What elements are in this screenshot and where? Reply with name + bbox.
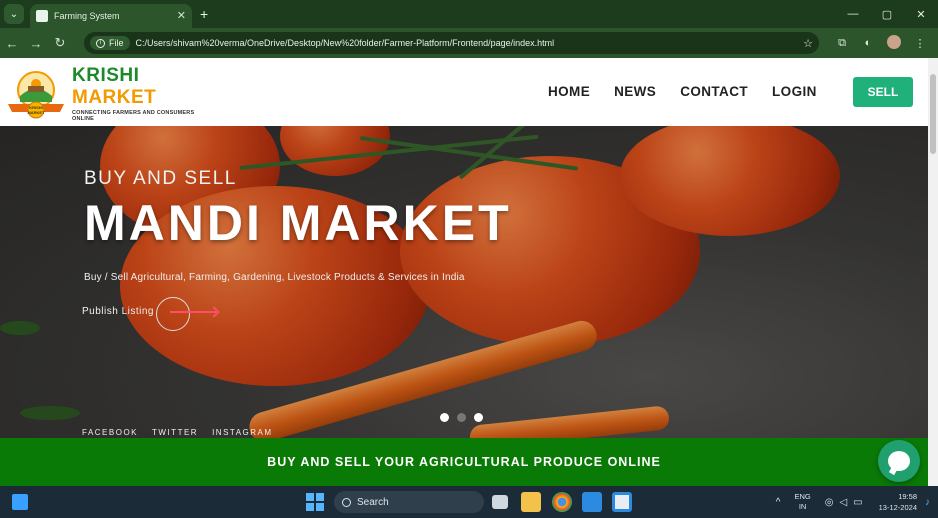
nav-home[interactable]: HOME [548, 84, 590, 99]
toolbar-icons: ⧉ ◐ ⋮ [829, 34, 933, 52]
social-instagram[interactable]: INSTAGRAM [212, 428, 272, 437]
address-bar[interactable]: i File C:/Users/shivam%20verma/OneDrive/… [84, 32, 819, 54]
search-icon [342, 497, 351, 507]
screen: ⌄ Farming System ✕ + — ▢ ✕ ← → ↻ i File … [0, 0, 938, 518]
main-nav: HOME NEWS CONTACT LOGIN [548, 84, 817, 99]
profile-avatar[interactable] [881, 34, 907, 52]
favicon-icon [36, 10, 48, 22]
site-header: KRISHI MARKET KRISHI MARKET CONNECTING F… [0, 58, 928, 126]
language-line-2: IN [798, 502, 807, 511]
taskbar: Search ^ ENG IN ◎ ◁ ▭ 19:58 13-12-2024 ♪ [0, 486, 938, 518]
browser-tab[interactable]: Farming System ✕ [30, 4, 192, 28]
file-explorer-icon[interactable] [521, 492, 541, 512]
system-tray: ^ ENG IN ◎ ◁ ▭ 19:58 13-12-2024 ♪ [776, 486, 938, 518]
browser-tab-bar: ⌄ Farming System ✕ + — ▢ ✕ [0, 0, 938, 28]
sidebar-icon[interactable]: ◐ [855, 37, 881, 49]
forward-arrow-icon[interactable]: → [24, 36, 48, 51]
slider-dot-2[interactable] [457, 413, 466, 422]
hero-eyebrow: BUY AND SELL [84, 168, 237, 189]
page-scrollbar[interactable] [928, 58, 938, 486]
tab-close-icon[interactable]: ✕ [177, 9, 186, 22]
sell-button[interactable]: SELL [853, 77, 913, 107]
slider-dot-1[interactable] [440, 413, 449, 422]
widgets-icon[interactable] [12, 494, 28, 510]
slider-dot-3[interactable] [474, 413, 483, 422]
start-button-icon[interactable] [306, 493, 324, 511]
social-twitter[interactable]: TWITTER [152, 428, 198, 437]
new-tab-button[interactable]: + [200, 6, 208, 22]
promo-banner: BUY AND SELL YOUR AGRICULTURAL PRODUCE O… [0, 438, 928, 486]
close-window-button[interactable]: ✕ [904, 8, 938, 21]
site-logo[interactable]: KRISHI MARKET KRISHI MARKET CONNECTING F… [6, 65, 206, 122]
tab-title: Farming System [54, 11, 120, 21]
hero-title: MANDI MARKET [84, 195, 512, 251]
chat-icon [888, 451, 910, 471]
language-line-1: ENG [794, 492, 811, 501]
slider-dots [440, 413, 483, 422]
clock-time: 19:58 [898, 492, 917, 501]
brand-name: KRISHI MARKET [72, 65, 206, 109]
hero-subtitle: Buy / Sell Agricultural, Farming, Garden… [84, 272, 465, 283]
menu-kebab-icon[interactable]: ⋮ [907, 37, 933, 50]
clock[interactable]: 19:58 13-12-2024 [879, 491, 917, 513]
tab-search-button[interactable]: ⌄ [4, 4, 24, 24]
minimize-button[interactable]: — [836, 8, 870, 20]
nav-news[interactable]: NEWS [614, 84, 656, 99]
web-page: KRISHI MARKET KRISHI MARKET CONNECTING F… [0, 58, 928, 486]
hero-slider: BUY AND SELL MANDI MARKET Buy / Sell Agr… [0, 126, 928, 438]
social-links: FACEBOOK TWITTER INSTAGRAM [82, 428, 273, 437]
brand-second-word: MARKET [72, 86, 157, 108]
brand-tagline: CONNECTING FARMERS AND CONSUMERS ONLINE [72, 109, 195, 122]
battery-icon[interactable]: ▭ [853, 497, 862, 508]
extensions-icon[interactable]: ⧉ [829, 37, 855, 50]
task-view-icon[interactable] [492, 495, 508, 509]
publish-listing-link[interactable]: Publish Listing [82, 297, 216, 331]
arrow-right-icon [169, 310, 216, 313]
cta-ring [156, 297, 190, 331]
notification-bell-icon[interactable]: ♪ [925, 497, 930, 508]
app-icon[interactable] [612, 492, 632, 512]
volume-icon[interactable]: ◁ [839, 497, 847, 508]
clock-date: 13-12-2024 [878, 503, 917, 512]
publish-listing-label: Publish Listing [82, 306, 154, 317]
url-text[interactable]: C:/Users/shivam%20verma/OneDrive/Desktop… [136, 38, 804, 48]
reload-icon[interactable]: ↻ [48, 35, 72, 51]
chat-button[interactable] [878, 440, 920, 482]
logo-emblem-icon: KRISHI MARKET [6, 68, 66, 119]
vscode-icon[interactable] [582, 492, 602, 512]
nav-login[interactable]: LOGIN [772, 84, 817, 99]
taskbar-search-label: Search [357, 496, 389, 508]
taskbar-search[interactable]: Search [334, 491, 484, 513]
social-facebook[interactable]: FACEBOOK [82, 428, 138, 437]
scheme-label: File [109, 38, 124, 48]
scrollbar-thumb[interactable] [930, 74, 936, 154]
svg-text:MARKET: MARKET [27, 110, 45, 115]
language-indicator[interactable]: ENG IN [794, 492, 810, 512]
chrome-icon[interactable] [552, 492, 572, 512]
logo-text: KRISHI MARKET CONNECTING FARMERS AND CON… [72, 65, 206, 122]
bookmark-star-icon[interactable]: ☆ [803, 37, 813, 50]
site-info-chip[interactable]: i File [90, 36, 130, 50]
tray-chevron-icon[interactable]: ^ [776, 497, 781, 508]
restore-button[interactable]: ▢ [870, 8, 904, 21]
nav-contact[interactable]: CONTACT [680, 84, 748, 99]
back-arrow-icon[interactable]: ← [0, 36, 24, 51]
browser-toolbar: ← → ↻ i File C:/Users/shivam%20verma/One… [0, 28, 938, 58]
window-controls: — ▢ ✕ [836, 0, 938, 28]
info-icon: i [96, 38, 105, 48]
brand-first-word: KRISHI [72, 64, 140, 86]
network-icon[interactable]: ◎ [825, 497, 834, 508]
